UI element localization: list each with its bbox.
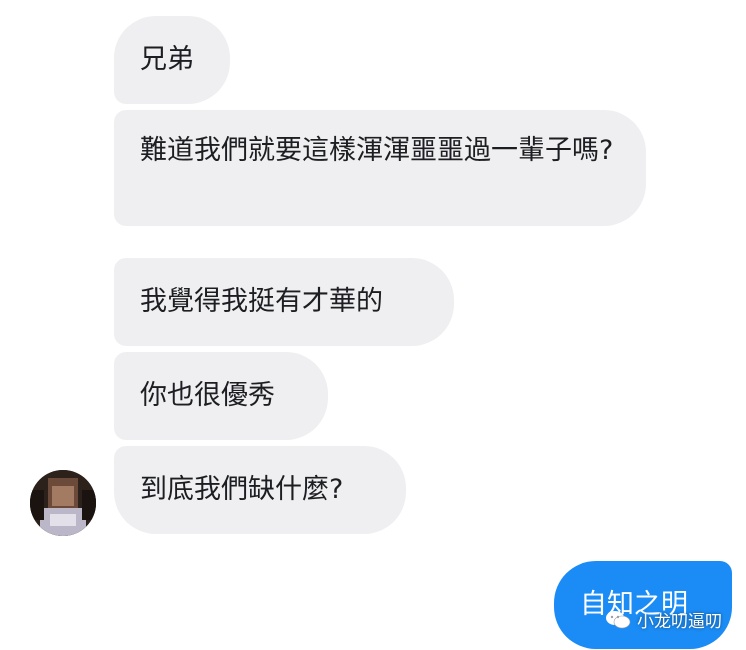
watermark: 小龙叨逼叨: [605, 607, 722, 632]
message-text: 兄弟: [140, 44, 194, 75]
avatar[interactable]: [30, 470, 96, 536]
message-bubble: 我覺得我挺有才華的: [114, 258, 454, 346]
sent-message-bubble: 自知之明: [554, 561, 732, 649]
message-bubble: 到底我們缺什麼?: [114, 446, 406, 534]
message-text: 到底我們缺什麼?: [140, 474, 344, 505]
message-bubble: 難道我們就要這樣渾渾噩噩過一輩子嗎?: [114, 110, 646, 226]
message-text: 我覺得我挺有才華的: [140, 286, 383, 317]
message-text: 難道我們就要這樣渾渾噩噩過一輩子嗎?: [140, 135, 614, 166]
message-bubble: 兄弟: [114, 16, 230, 104]
message-bubble: 你也很優秀: [114, 352, 328, 440]
wechat-icon: [606, 610, 631, 628]
message-text: 你也很優秀: [140, 380, 275, 411]
watermark-text: 小龙叨逼叨: [637, 612, 722, 632]
